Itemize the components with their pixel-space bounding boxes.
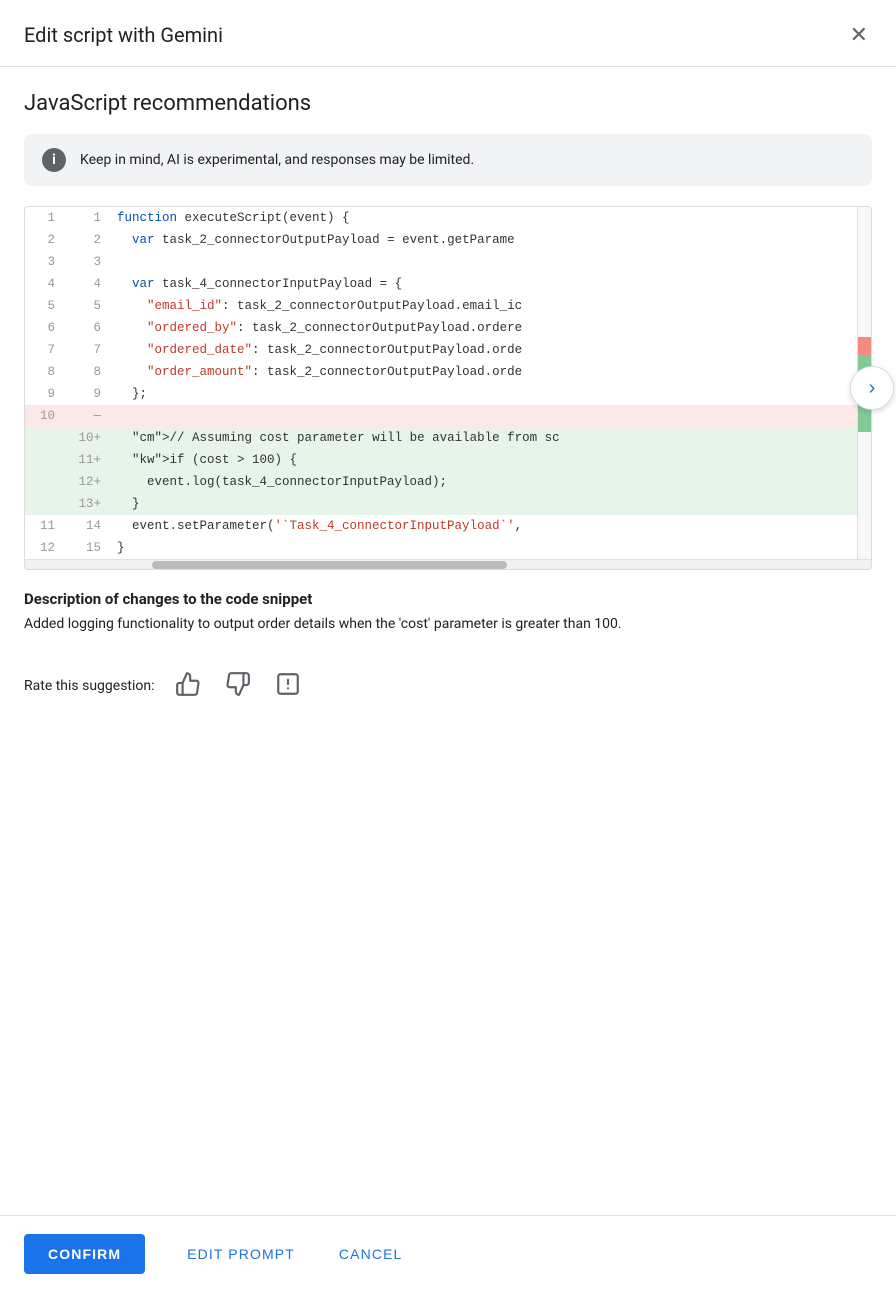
line-num-old: 1 xyxy=(25,207,63,229)
flag-icon xyxy=(275,685,301,700)
line-num-new: 5 xyxy=(63,295,109,317)
code-table: 11function executeScript(event) {22 var … xyxy=(25,207,871,559)
confirm-button[interactable]: CONFIRM xyxy=(24,1234,145,1274)
line-num-old: 3 xyxy=(25,251,63,273)
dialog: Edit script with Gemini ✕ JavaScript rec… xyxy=(0,0,896,1292)
thumbs-up-icon xyxy=(175,685,201,700)
line-num-old: 9 xyxy=(25,383,63,405)
next-button[interactable]: › xyxy=(850,366,894,410)
code-line-content xyxy=(109,405,871,427)
line-num-old: 12 xyxy=(25,537,63,559)
minimap-deleted xyxy=(858,337,871,355)
line-num-old: 4 xyxy=(25,273,63,295)
info-banner: i Keep in mind, AI is experimental, and … xyxy=(24,134,872,186)
line-num-new: 10+ xyxy=(63,427,109,449)
dialog-header: Edit script with Gemini ✕ xyxy=(0,0,896,67)
code-line-content: function executeScript(event) { xyxy=(109,207,871,229)
code-line-content: "order_amount": task_2_connectorOutputPa… xyxy=(109,361,871,383)
flag-button[interactable] xyxy=(271,667,305,704)
line-num-new: 6 xyxy=(63,317,109,339)
line-num-old: 2 xyxy=(25,229,63,251)
line-num-new: 11+ xyxy=(63,449,109,471)
edit-prompt-button[interactable]: EDIT PROMPT xyxy=(169,1234,313,1274)
code-line-content: } xyxy=(109,493,871,515)
description-text: Added logging functionality to output or… xyxy=(24,614,872,635)
line-num-old: 11 xyxy=(25,515,63,537)
rating-label: Rate this suggestion: xyxy=(24,678,155,694)
code-line-content: event.setParameter('`Task_4_connectorInp… xyxy=(109,515,871,537)
code-container: 11function executeScript(event) {22 var … xyxy=(24,206,872,570)
line-num-old: 8 xyxy=(25,361,63,383)
rating-section: Rate this suggestion: xyxy=(24,655,872,728)
line-num-old: 6 xyxy=(25,317,63,339)
line-num-old: 10 xyxy=(25,405,63,427)
scrollbar-thumb xyxy=(152,561,507,569)
code-line-content: } xyxy=(109,537,871,559)
code-line-content: event.log(task_4_connectorInputPayload); xyxy=(109,471,871,493)
line-num-old xyxy=(25,449,63,471)
line-num-new: 9 xyxy=(63,383,109,405)
line-num-old xyxy=(25,427,63,449)
line-num-new: 13+ xyxy=(63,493,109,515)
code-diff-wrapper: 11function executeScript(event) {22 var … xyxy=(24,206,872,570)
line-num-new: 2 xyxy=(63,229,109,251)
code-line-content: var task_2_connectorOutputPayload = even… xyxy=(109,229,871,251)
close-button[interactable]: ✕ xyxy=(846,20,872,50)
section-title: JavaScript recommendations xyxy=(24,91,872,116)
thumbs-down-icon xyxy=(225,685,251,700)
line-num-old xyxy=(25,493,63,515)
dialog-body: JavaScript recommendations i Keep in min… xyxy=(0,67,896,1215)
thumbs-down-button[interactable] xyxy=(221,667,255,704)
line-num-new: 12+ xyxy=(63,471,109,493)
code-line-content: "ordered_by": task_2_connectorOutputPayl… xyxy=(109,317,871,339)
description-section: Description of changes to the code snipp… xyxy=(24,578,872,635)
dialog-footer: CONFIRM EDIT PROMPT CANCEL xyxy=(0,1215,896,1292)
line-num-old: 7 xyxy=(25,339,63,361)
code-line-content: "email_id": task_2_connectorOutputPayloa… xyxy=(109,295,871,317)
code-line-content: "ordered_date": task_2_connectorOutputPa… xyxy=(109,339,871,361)
line-num-new: 3 xyxy=(63,251,109,273)
code-line-content: "cm">// Assuming cost parameter will be … xyxy=(109,427,871,449)
description-title: Description of changes to the code snipp… xyxy=(24,590,872,608)
line-num-new: 1 xyxy=(63,207,109,229)
dialog-title: Edit script with Gemini xyxy=(24,23,223,47)
cancel-button[interactable]: CANCEL xyxy=(321,1234,421,1274)
thumbs-up-button[interactable] xyxy=(171,667,205,704)
code-line-content: }; xyxy=(109,383,871,405)
line-num-new: 15 xyxy=(63,537,109,559)
line-num-new: 4 xyxy=(63,273,109,295)
line-num-new: 14 xyxy=(63,515,109,537)
horizontal-scrollbar[interactable] xyxy=(25,559,871,569)
line-num-new: 8 xyxy=(63,361,109,383)
line-num-old: 5 xyxy=(25,295,63,317)
line-num-new: — xyxy=(63,405,109,427)
code-line-content xyxy=(109,251,871,273)
info-icon: i xyxy=(42,148,66,172)
line-num-new: 7 xyxy=(63,339,109,361)
line-num-old xyxy=(25,471,63,493)
code-line-content: "kw">if (cost > 100) { xyxy=(109,449,871,471)
code-line-content: var task_4_connectorInputPayload = { xyxy=(109,273,871,295)
info-banner-text: Keep in mind, AI is experimental, and re… xyxy=(80,152,474,168)
